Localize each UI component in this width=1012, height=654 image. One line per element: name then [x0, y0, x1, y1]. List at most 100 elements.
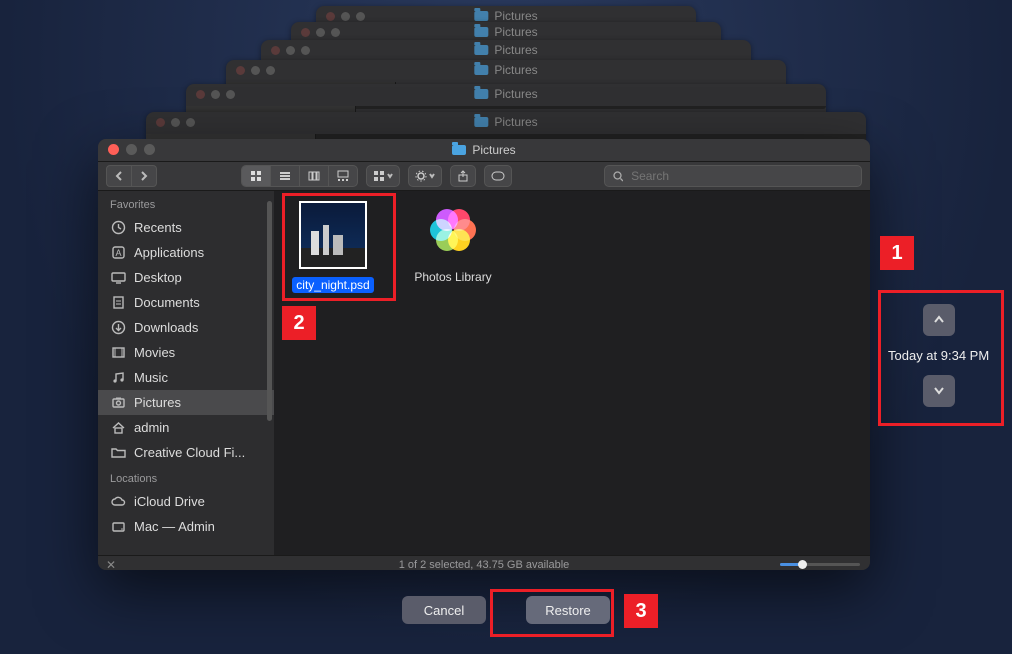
home-icon	[110, 421, 126, 435]
folder-icon	[110, 446, 126, 460]
photo-icon	[110, 396, 126, 410]
chevron-left-icon	[115, 171, 123, 181]
sidebar-item-admin[interactable]: admin	[98, 415, 274, 440]
sidebar-item-label: Music	[134, 370, 168, 385]
sidebar-item-music[interactable]: Music	[98, 365, 274, 390]
sidebar-item-creative-cloud-fi-[interactable]: Creative Cloud Fi...	[98, 440, 274, 465]
disk-icon	[110, 520, 126, 534]
status-bar: ✕ 1 of 2 selected, 43.75 GB available	[98, 555, 870, 570]
search-icon	[613, 171, 623, 182]
finder-window: Pictures	[98, 139, 870, 570]
close-preview-icon[interactable]: ✕	[106, 558, 116, 571]
search-input[interactable]	[629, 168, 853, 184]
sidebar-item-label: Recents	[134, 220, 182, 235]
sidebar-item-applications[interactable]: A Applications	[98, 240, 274, 265]
app-icon: A	[110, 246, 126, 260]
list-view-button[interactable]	[271, 166, 300, 186]
sidebar-item-label: admin	[134, 420, 169, 435]
view-mode-segment	[241, 165, 358, 187]
tag-icon	[491, 171, 505, 181]
toolbar	[98, 162, 870, 191]
callout-3-number: 3	[624, 594, 658, 628]
file-item[interactable]: Photos Library	[408, 201, 498, 285]
sidebar-item-desktop[interactable]: Desktop	[98, 265, 274, 290]
columns-icon	[308, 170, 320, 182]
chevron-down-icon	[387, 173, 393, 179]
titlebar: Pictures	[98, 139, 870, 162]
timemachine-prev-button[interactable]	[923, 304, 955, 336]
tags-button[interactable]	[484, 165, 512, 187]
search-field[interactable]	[604, 165, 862, 187]
folder-icon	[452, 145, 466, 155]
share-icon	[457, 170, 469, 182]
sidebar-item-movies[interactable]: Movies	[98, 340, 274, 365]
sidebar: Favorites Recents A Applications Desktop Docu…	[98, 191, 274, 555]
sidebar-section-header: Locations	[98, 465, 274, 489]
window-title: Pictures	[452, 143, 515, 157]
chevron-right-icon	[140, 171, 148, 181]
dialog-buttons: Cancel Restore	[402, 596, 610, 624]
share-button[interactable]	[450, 165, 476, 187]
file-grid[interactable]: city_night.psd Photos Library	[274, 191, 870, 555]
chevron-down-icon	[429, 173, 435, 179]
cloud-icon	[110, 495, 126, 509]
maximize-button[interactable]	[144, 144, 155, 155]
group-icon	[373, 170, 385, 182]
sidebar-item-label: Desktop	[134, 270, 182, 285]
grid-icon	[250, 170, 262, 182]
traffic-lights	[108, 144, 155, 155]
sidebar-item-label: Documents	[134, 295, 200, 310]
sidebar-section-header: Favorites	[98, 191, 274, 215]
nav-forward-button[interactable]	[132, 165, 157, 187]
chevron-down-icon	[932, 384, 946, 398]
nav-back-button[interactable]	[106, 165, 132, 187]
gallery-icon	[337, 170, 349, 182]
action-button[interactable]	[408, 165, 442, 187]
file-item[interactable]: city_night.psd	[288, 201, 378, 293]
restore-button[interactable]: Restore	[526, 596, 610, 624]
desktop-icon	[110, 271, 126, 285]
icon-view-button[interactable]	[242, 166, 271, 186]
window-title-text: Pictures	[472, 143, 515, 157]
list-icon	[279, 170, 291, 182]
sidebar-item-mac-admin[interactable]: Mac — Admin	[98, 514, 274, 539]
scrollbar[interactable]	[267, 201, 272, 421]
sidebar-item-label: iCloud Drive	[134, 494, 205, 509]
icon-size-slider[interactable]	[780, 560, 860, 568]
sidebar-item-recents[interactable]: Recents	[98, 215, 274, 240]
sidebar-item-label: Movies	[134, 345, 175, 360]
sidebar-item-label: Downloads	[134, 320, 198, 335]
download-icon	[110, 321, 126, 335]
photos-library-icon	[421, 201, 485, 261]
file-name: Photos Library	[410, 269, 495, 285]
gallery-view-button[interactable]	[329, 166, 357, 186]
file-thumbnail	[299, 201, 367, 269]
sidebar-item-downloads[interactable]: Downloads	[98, 315, 274, 340]
timemachine-nav: Today at 9:34 PM	[888, 304, 989, 407]
clock-icon	[110, 221, 126, 235]
chevron-up-icon	[932, 313, 946, 327]
callout-1-number: 1	[880, 236, 914, 270]
status-text: 1 of 2 selected, 43.75 GB available	[399, 559, 570, 571]
sidebar-item-label: Applications	[134, 245, 204, 260]
gear-icon	[415, 170, 427, 182]
movie-icon	[110, 346, 126, 360]
file-name: city_night.psd	[292, 277, 373, 293]
sidebar-item-label: Pictures	[134, 395, 181, 410]
column-view-button[interactable]	[300, 166, 329, 186]
close-button[interactable]	[108, 144, 119, 155]
timemachine-timestamp: Today at 9:34 PM	[888, 348, 989, 363]
sidebar-item-icloud-drive[interactable]: iCloud Drive	[98, 489, 274, 514]
cancel-button[interactable]: Cancel	[402, 596, 486, 624]
timemachine-next-button[interactable]	[923, 375, 955, 407]
svg-text:A: A	[115, 248, 121, 258]
callout-2-number: 2	[282, 306, 316, 340]
sidebar-item-label: Creative Cloud Fi...	[134, 445, 245, 460]
group-by-button[interactable]	[366, 165, 400, 187]
doc-icon	[110, 296, 126, 310]
sidebar-item-pictures[interactable]: Pictures	[98, 390, 274, 415]
music-icon	[110, 371, 126, 385]
minimize-button[interactable]	[126, 144, 137, 155]
sidebar-item-label: Mac — Admin	[134, 519, 215, 534]
sidebar-item-documents[interactable]: Documents	[98, 290, 274, 315]
